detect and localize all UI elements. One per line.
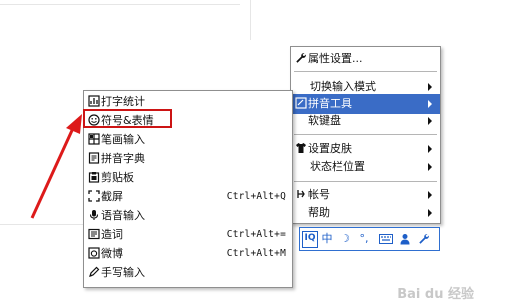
toolbar-wrench-icon[interactable] <box>417 231 431 246</box>
user-icon[interactable] <box>398 231 412 246</box>
menu-item-label: 手写输入 <box>101 266 145 279</box>
ime-status-bar[interactable]: IQ 中 ☽ °, <box>299 227 440 251</box>
soft-keyboard-icon[interactable] <box>378 231 394 246</box>
submenu-arrow-icon <box>428 117 432 125</box>
shirt-icon <box>295 142 307 155</box>
submenu-item-weibo[interactable]: 微博 Ctrl+Alt+M <box>84 244 292 264</box>
submenu-arrow-icon <box>428 100 432 108</box>
menu-item-account[interactable]: 帐号 <box>291 185 440 205</box>
menu-item-label: 语音输入 <box>101 209 145 222</box>
menu-item-label: 拼音字典 <box>101 152 145 165</box>
menu-item-label: 软键盘 <box>308 114 341 127</box>
stats-icon <box>88 95 100 108</box>
pinyin-tool-icon <box>295 97 307 110</box>
menu-item-properties[interactable]: 属性设置... <box>291 49 440 69</box>
dictionary-icon <box>88 152 100 165</box>
menu-item-help[interactable]: 帮助 <box>291 203 440 223</box>
word-icon <box>88 228 100 241</box>
submenu-item-stroke-input[interactable]: 笔画输入 <box>84 130 292 150</box>
submenu-arrow-icon <box>428 209 432 217</box>
screenshot-icon <box>88 190 100 203</box>
menu-item-label: 剪贴板 <box>101 171 134 184</box>
menu-separator <box>294 71 437 72</box>
account-icon <box>295 188 307 201</box>
menu-item-label: 状态栏位置 <box>310 160 365 173</box>
submenu-arrow-icon <box>428 163 432 171</box>
punctuation-toggle[interactable]: °, <box>356 231 372 246</box>
menu-item-label: 截屏 <box>101 190 123 203</box>
menu-item-label: 设置皮肤 <box>308 142 352 155</box>
shortcut-label: Ctrl+Alt+Q <box>226 191 286 202</box>
annotation-arrow-icon <box>30 114 82 219</box>
wrench-icon <box>295 52 307 65</box>
menu-separator <box>294 134 437 135</box>
menu-item-label: 造词 <box>101 228 123 241</box>
menu-item-label: 微博 <box>101 247 123 260</box>
menu-item-label: 帮助 <box>308 206 330 219</box>
menu-item-status-bar-position[interactable]: 状态栏位置 <box>291 157 440 177</box>
ime-logo-icon[interactable]: IQ <box>302 231 318 248</box>
menu-item-label: 帐号 <box>308 188 330 201</box>
submenu-item-screenshot[interactable]: 截屏 Ctrl+Alt+Q <box>84 187 292 207</box>
submenu-item-handwriting[interactable]: 手写输入 <box>84 263 292 283</box>
menu-item-skin-settings[interactable]: 设置皮肤 <box>291 139 440 159</box>
submenu-arrow-icon <box>428 145 432 153</box>
menu-item-label: 笔画输入 <box>101 133 145 146</box>
submenu-item-voice-input[interactable]: 语音输入 <box>84 206 292 226</box>
background-divider <box>250 0 251 40</box>
background-divider <box>0 224 90 225</box>
grid-icon <box>88 133 100 146</box>
menu-item-soft-keyboard[interactable]: 软键盘 <box>291 111 440 131</box>
submenu-item-clipboard[interactable]: 剪贴板 <box>84 168 292 188</box>
background-divider <box>0 4 240 5</box>
pen-icon <box>88 266 100 279</box>
submenu-arrow-icon <box>428 191 432 199</box>
ime-context-menu: 属性设置... 切换输入模式 拼音工具 软键盘 设置皮肤 状态栏位置 帐号 帮助 <box>290 46 441 224</box>
watermark: Bai du 经验 <box>397 287 474 302</box>
submenu-item-pinyin-dictionary[interactable]: 拼音字典 <box>84 149 292 169</box>
chinese-mode-toggle[interactable]: 中 <box>320 231 334 246</box>
shortcut-label: Ctrl+Alt+M <box>226 248 286 259</box>
submenu-item-word-creation[interactable]: 造词 Ctrl+Alt+= <box>84 225 292 245</box>
menu-separator <box>294 181 437 182</box>
submenu-arrow-icon <box>428 83 432 91</box>
weibo-icon <box>88 247 100 260</box>
clipboard-icon <box>88 171 100 184</box>
menu-item-label: 属性设置... <box>308 52 363 65</box>
shortcut-label: Ctrl+Alt+= <box>226 229 286 240</box>
moon-icon[interactable]: ☽ <box>338 231 352 246</box>
microphone-icon <box>88 209 100 222</box>
annotation-highlight-box <box>83 109 172 128</box>
